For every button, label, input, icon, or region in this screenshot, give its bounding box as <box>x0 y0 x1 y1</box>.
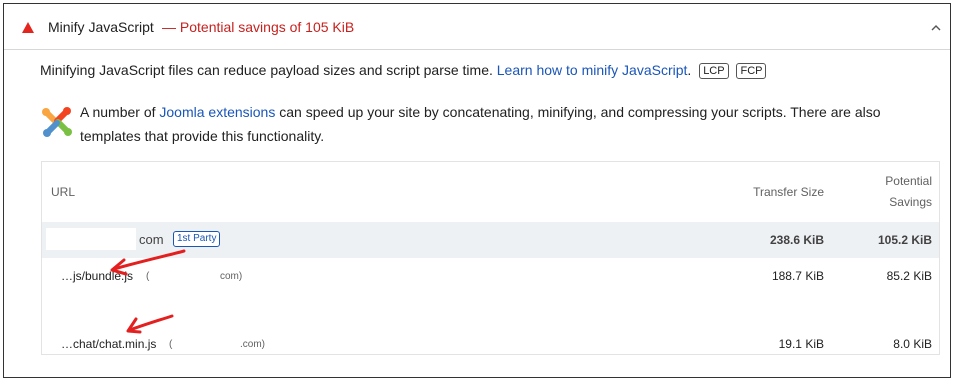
joomla-extensions-link[interactable]: Joomla extensions <box>159 104 275 120</box>
column-header-transfer-size: Transfer Size <box>753 185 824 199</box>
resource-savings: 8.0 KiB <box>893 337 932 351</box>
column-header-potential-savings: Potential Savings <box>885 174 932 209</box>
resource-host: com) <box>220 271 243 282</box>
resource-url: …js/bundle.js <box>61 269 134 283</box>
first-party-badge: 1st Party <box>173 231 221 247</box>
audit-header[interactable]: Minify JavaScript — Potential savings of… <box>4 4 950 50</box>
group-transfer-size: 238.6 KiB <box>769 233 824 247</box>
joomla-logo-icon <box>42 107 72 137</box>
resource-host: .com) <box>240 339 265 350</box>
audit-savings: — Potential savings of 105 KiB <box>162 19 355 35</box>
resource-host-open: ( <box>146 271 150 282</box>
redacted-entity-name <box>46 228 136 250</box>
metric-chip-lcp: LCP <box>699 63 729 79</box>
learn-more-link[interactable]: Learn how to minify JavaScript <box>497 62 688 78</box>
column-header-url: URL <box>51 185 76 199</box>
resource-transfer-size: 19.1 KiB <box>778 337 824 351</box>
audit-title: Minify JavaScript <box>48 19 154 35</box>
audit-card: Minify JavaScript — Potential savings of… <box>3 3 951 378</box>
resource-transfer-size: 188.7 KiB <box>771 269 824 283</box>
audit-description: Minifying JavaScript files can reduce pa… <box>40 62 767 79</box>
chevron-up-icon[interactable] <box>926 18 946 38</box>
details-table: URL Transfer Size Potential Savings com … <box>41 161 940 355</box>
table-row[interactable]: …js/bundle.js ( com) 188.7 KiB 85.2 KiB <box>42 258 939 292</box>
group-savings: 105.2 KiB <box>877 233 932 247</box>
table-row[interactable]: …chat/chat.min.js ( .com) 19.1 KiB 8.0 K… <box>42 334 939 356</box>
fail-triangle-icon <box>22 22 34 33</box>
description-text: Minifying JavaScript files can reduce pa… <box>40 62 493 78</box>
description-period: . <box>687 62 692 78</box>
metric-chip-fcp: FCP <box>736 63 767 79</box>
entity-group-row[interactable]: com 1st Party 238.6 KiB 105.2 KiB <box>42 222 939 258</box>
stack-text-before: A number of <box>80 104 160 120</box>
resource-savings: 85.2 KiB <box>886 269 932 283</box>
resource-url: …chat/chat.min.js <box>61 337 157 351</box>
stack-pack-text: A number of Joomla extensions can speed … <box>80 100 940 148</box>
resource-host-open: ( <box>169 339 173 350</box>
entity-name: com <box>139 232 164 247</box>
